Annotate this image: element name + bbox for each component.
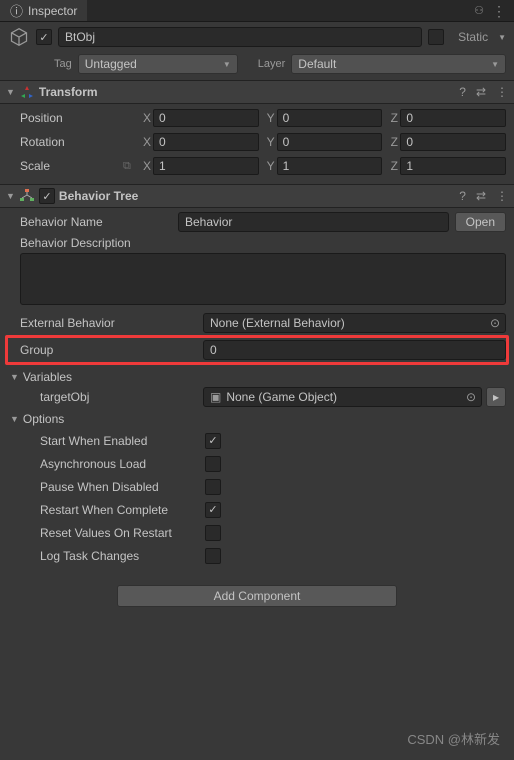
option-row: Restart When Complete xyxy=(8,498,506,521)
options-foldout[interactable]: ▼ xyxy=(10,414,19,424)
help-icon[interactable]: ? xyxy=(459,85,466,99)
tab-title: Inspector xyxy=(28,4,77,18)
behavior-description-label: Behavior Description xyxy=(20,236,131,250)
external-behavior-field[interactable]: None (External Behavior) ⊙ xyxy=(203,313,506,333)
option-row: Pause When Disabled xyxy=(8,475,506,498)
behaviortree-foldout[interactable]: ▼ xyxy=(6,191,15,201)
behavior-name-input[interactable]: Behavior xyxy=(178,212,449,232)
transform-foldout[interactable]: ▼ xyxy=(6,87,15,97)
rotation-label: Rotation xyxy=(8,135,123,149)
rotation-x-input[interactable]: 0 xyxy=(153,133,259,151)
help-icon[interactable]: ? xyxy=(459,189,466,203)
options-label: Options xyxy=(23,412,64,426)
static-dropdown-icon[interactable]: ▼ xyxy=(498,33,506,42)
object-picker-icon[interactable]: ⊙ xyxy=(490,316,500,330)
preset-icon[interactable]: ⇄ xyxy=(476,85,486,99)
position-x-input[interactable]: 0 xyxy=(153,109,259,127)
option-label: Start When Enabled xyxy=(40,434,205,448)
variable-name: targetObj xyxy=(28,390,203,404)
preset-icon[interactable]: ⇄ xyxy=(476,189,486,203)
static-checkbox[interactable] xyxy=(428,29,444,45)
behavior-name-label: Behavior Name xyxy=(8,215,178,229)
variable-action-button[interactable]: ▸ xyxy=(486,387,506,407)
variable-object-field[interactable]: ▣ None (Game Object) ⊙ xyxy=(203,387,482,407)
rotation-z-input[interactable]: 0 xyxy=(400,133,506,151)
scale-x-input[interactable]: 1 xyxy=(153,157,259,175)
group-input[interactable]: 0 xyxy=(203,340,506,360)
option-checkbox[interactable] xyxy=(205,502,221,518)
tag-dropdown[interactable]: Untagged xyxy=(78,54,238,74)
behaviortree-icon xyxy=(19,188,35,204)
scale-y-input[interactable]: 1 xyxy=(277,157,383,175)
position-z-input[interactable]: 0 xyxy=(400,109,506,127)
lock-icon[interactable]: ⚇ xyxy=(474,4,484,17)
option-label: Pause When Disabled xyxy=(40,480,205,494)
add-component-button[interactable]: Add Component xyxy=(117,585,397,607)
option-checkbox[interactable] xyxy=(205,456,221,472)
group-label: Group xyxy=(8,343,203,357)
option-checkbox[interactable] xyxy=(205,548,221,564)
behaviortree-menu-icon[interactable]: ⋮ xyxy=(496,190,508,202)
watermark: CSDN @林新发 xyxy=(407,729,500,748)
behavior-description-input[interactable] xyxy=(20,253,506,305)
gameobject-icon xyxy=(8,27,30,47)
behaviortree-enabled-checkbox[interactable] xyxy=(39,188,55,204)
scale-label: Scale xyxy=(8,159,123,173)
transform-menu-icon[interactable]: ⋮ xyxy=(496,86,508,98)
rotation-y-input[interactable]: 0 xyxy=(277,133,383,151)
option-checkbox[interactable] xyxy=(205,479,221,495)
option-label: Log Task Changes xyxy=(40,549,205,563)
info-icon: ⓘ xyxy=(10,1,23,20)
gameobject-chip-icon: ▣ xyxy=(210,390,221,404)
option-row: Start When Enabled xyxy=(8,429,506,452)
gameobject-enabled-checkbox[interactable] xyxy=(36,29,52,45)
variables-label: Variables xyxy=(23,370,72,384)
option-row: Reset Values On Restart xyxy=(8,521,506,544)
tab-menu-icon[interactable]: ⋮ xyxy=(492,4,506,18)
transform-title: Transform xyxy=(39,85,455,99)
layer-dropdown[interactable]: Default xyxy=(291,54,506,74)
behaviortree-title: Behavior Tree xyxy=(59,189,455,203)
gameobject-name-input[interactable]: BtObj xyxy=(58,27,422,47)
inspector-tab[interactable]: ⓘ Inspector xyxy=(0,0,88,21)
external-behavior-label: External Behavior xyxy=(8,316,203,330)
transform-icon xyxy=(19,84,35,100)
option-row: Asynchronous Load xyxy=(8,452,506,475)
scale-z-input[interactable]: 1 xyxy=(400,157,506,175)
option-row: Log Task Changes xyxy=(8,544,506,567)
tag-label: Tag xyxy=(54,58,72,70)
position-y-input[interactable]: 0 xyxy=(277,109,383,127)
option-checkbox[interactable] xyxy=(205,525,221,541)
option-label: Reset Values On Restart xyxy=(40,526,205,540)
option-checkbox[interactable] xyxy=(205,433,221,449)
static-label: Static xyxy=(458,30,488,44)
option-label: Restart When Complete xyxy=(40,503,205,517)
open-button[interactable]: Open xyxy=(455,212,506,232)
layer-label: Layer xyxy=(258,58,286,70)
option-label: Asynchronous Load xyxy=(40,457,205,471)
object-picker-icon[interactable]: ⊙ xyxy=(466,390,476,404)
variables-foldout[interactable]: ▼ xyxy=(10,372,19,382)
position-label: Position xyxy=(8,111,123,125)
constrain-link-icon[interactable]: ⧉ xyxy=(123,160,141,173)
